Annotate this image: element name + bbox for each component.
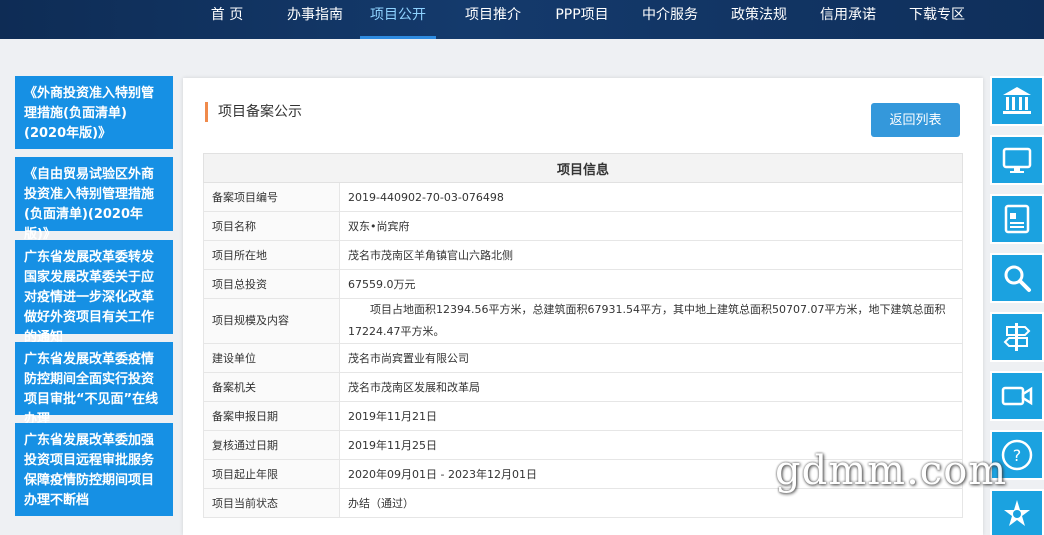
table-row: 项目名称 双东•尚宾府 xyxy=(203,211,963,241)
search-button[interactable] xyxy=(990,253,1044,303)
sidebar-item-negative-list[interactable]: 《外商投资准入特别管理措施(负面清单)(2020年版)》 xyxy=(15,76,173,149)
table-row: 项目总投资 67559.0万元 xyxy=(203,269,963,299)
document-icon xyxy=(1004,204,1030,234)
row-value: 2019年11月21日 xyxy=(339,401,963,431)
row-value: 2019-440902-70-03-076498 xyxy=(339,182,963,212)
row-value: 茂名市茂南区羊角镇官山六路北侧 xyxy=(339,240,963,270)
row-label: 备案项目编号 xyxy=(203,182,340,212)
row-label: 项目所在地 xyxy=(203,240,340,270)
row-value: 茂名市茂南区发展和改革局 xyxy=(339,372,963,402)
row-label: 项目总投资 xyxy=(203,269,340,299)
row-value: 67559.0万元 xyxy=(339,269,963,299)
nav-policies[interactable]: 政策法规 xyxy=(729,0,789,39)
table-header: 项目信息 xyxy=(203,153,963,183)
signpost-button[interactable] xyxy=(990,312,1044,362)
government-building-button[interactable] xyxy=(990,76,1044,126)
emblem-button[interactable] xyxy=(990,489,1044,535)
row-label: 复核通过日期 xyxy=(203,430,340,460)
sidebar-item-online-approval[interactable]: 广东省发展改革委疫情防控期间全面实行投资项目审批“不见面”在线办理 xyxy=(15,342,173,427)
monitor-button[interactable] xyxy=(990,135,1044,185)
row-label: 备案申报日期 xyxy=(203,401,340,431)
nav-ppp-projects[interactable]: PPP项目 xyxy=(551,0,613,39)
sidebar-item-foreign-investment-notice[interactable]: 广东省发展改革委转发国家发展改革委关于应对疫情进一步深化改革做好外资项目有关工作… xyxy=(15,240,173,345)
row-label: 项目名称 xyxy=(203,211,340,241)
table-row: 备案申报日期 2019年11月21日 xyxy=(203,401,963,431)
sidebar-item-remote-approval[interactable]: 广东省发展改革委加强投资项目远程审批服务保障疫情防控期间项目办理不断档 xyxy=(15,423,173,516)
nav-intermediary-services[interactable]: 中介服务 xyxy=(640,0,700,39)
nav-project-disclosure[interactable]: 项目公开 xyxy=(360,0,436,39)
video-button[interactable] xyxy=(990,371,1044,421)
nav-project-promotion[interactable]: 项目推介 xyxy=(463,0,523,39)
table-row: 项目规模及内容 项目占地面积12394.56平方米，总建筑面积67931.54平… xyxy=(203,298,963,344)
row-label: 项目规模及内容 xyxy=(203,298,340,344)
row-label: 建设单位 xyxy=(203,343,340,373)
row-value: 项目占地面积12394.56平方米，总建筑面积67931.54平方，其中地上建筑… xyxy=(339,298,963,344)
row-value: 茂名市尚宾置业有限公司 xyxy=(339,343,963,373)
nav-home[interactable]: 首 页 xyxy=(204,0,250,39)
sidebar-item-ftz-negative-list[interactable]: 《自由贸易试验区外商投资准入特别管理措施(负面清单)(2020年版)》 xyxy=(15,157,173,242)
row-label: 备案机关 xyxy=(203,372,340,402)
video-camera-icon xyxy=(1001,386,1033,406)
row-value: 双东•尚宾府 xyxy=(339,211,963,241)
search-icon xyxy=(1004,265,1031,292)
nav-downloads[interactable]: 下载专区 xyxy=(907,0,967,39)
svg-text:?: ? xyxy=(1013,446,1022,465)
watermark: gdmm.com xyxy=(775,448,1008,494)
table-row: 备案项目编号 2019-440902-70-03-076498 xyxy=(203,182,963,212)
government-building-icon xyxy=(1003,87,1031,114)
table-row: 建设单位 茂名市尚宾置业有限公司 xyxy=(203,343,963,373)
back-to-list-button[interactable]: 返回列表 xyxy=(871,103,960,137)
top-navigation: 首 页 办事指南 项目公开 项目推介 PPP项目 中介服务 政策法规 信用承诺 … xyxy=(0,0,1044,39)
row-label: 项目起止年限 xyxy=(203,459,340,489)
row-label: 项目当前状态 xyxy=(203,488,340,518)
nav-credit-commitment[interactable]: 信用承诺 xyxy=(818,0,878,39)
table-row: 项目所在地 茂名市茂南区羊角镇官山六路北侧 xyxy=(203,240,963,270)
table-row: 备案机关 茂名市茂南区发展和改革局 xyxy=(203,372,963,402)
signpost-icon xyxy=(1003,323,1031,351)
monitor-icon xyxy=(1002,147,1032,173)
panel-title: 项目备案公示 xyxy=(205,102,302,122)
document-button[interactable] xyxy=(990,194,1044,244)
emblem-icon xyxy=(1004,500,1030,526)
nav-guide[interactable]: 办事指南 xyxy=(285,0,345,39)
